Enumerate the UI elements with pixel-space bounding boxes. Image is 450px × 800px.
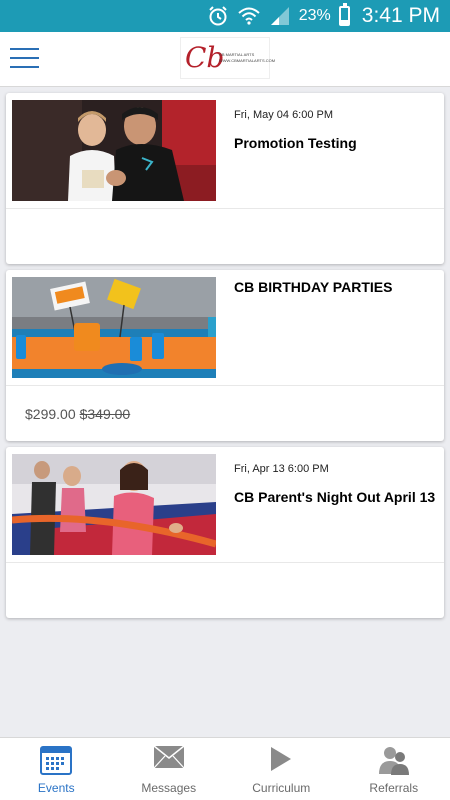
event-card[interactable]: Fri, May 04 6:00 PM Promotion Testing (6, 93, 444, 264)
signal-icon (270, 7, 289, 25)
card-divider (6, 208, 444, 209)
card-divider (6, 562, 444, 563)
event-card[interactable]: CB BIRTHDAY PARTIES $299.00 $349.00 (6, 270, 444, 441)
event-title: CB Parent's Night Out April 13 (234, 489, 436, 505)
price-row: $299.00 $349.00 (25, 406, 130, 422)
status-bar: 23% 3:41 PM (0, 0, 450, 32)
logo: Cb CB MARTIAL ARTS WWW.CBMARTIALARTS.COM (180, 37, 275, 79)
hamburger-menu-icon[interactable] (10, 48, 39, 70)
nav-events-label: Events (37, 781, 75, 795)
battery-percent: 23% (298, 7, 331, 24)
play-icon (271, 747, 292, 771)
wifi-icon (238, 7, 260, 25)
event-title: CB BIRTHDAY PARTIES (234, 279, 393, 295)
nav-messages[interactable]: Messages (113, 738, 226, 800)
nav-messages-label: Messages (141, 781, 197, 795)
clock: 3:41 PM (361, 4, 440, 27)
martial-arts-promotion-photo (12, 100, 216, 201)
calendar-icon (40, 746, 73, 775)
bottom-nav: Events Messages Curriculum Referrals (0, 737, 450, 800)
original-price: $349.00 (79, 406, 131, 422)
event-title: Promotion Testing (234, 135, 357, 151)
event-card[interactable]: Fri, Apr 13 6:00 PM CB Parent's Night Ou… (6, 447, 444, 618)
app-header: Cb CB MARTIAL ARTS WWW.CBMARTIALARTS.COM (0, 32, 450, 87)
logo-brand: CB MARTIAL ARTS WWW.CBMARTIALARTS.COM (219, 52, 276, 63)
nav-curriculum-label: Curriculum (252, 781, 311, 795)
envelope-icon (153, 745, 185, 769)
tug-of-war-kids-photo (12, 454, 216, 555)
battery-icon (338, 3, 350, 26)
sale-price: $299.00 (25, 406, 76, 422)
birthday-party-table-photo (12, 277, 216, 378)
people-icon (378, 747, 409, 775)
nav-curriculum[interactable]: Curriculum (225, 738, 338, 800)
nav-referrals[interactable]: Referrals (338, 738, 450, 800)
event-list: Fri, May 04 6:00 PM Promotion Testing CB… (6, 93, 444, 624)
event-date: Fri, May 04 6:00 PM (234, 109, 334, 121)
nav-referrals-label: Referrals (369, 781, 419, 795)
card-divider (6, 385, 444, 386)
event-date: Fri, Apr 13 6:00 PM (234, 463, 329, 475)
alarm-icon (209, 6, 227, 26)
nav-events[interactable]: Events (0, 738, 113, 800)
